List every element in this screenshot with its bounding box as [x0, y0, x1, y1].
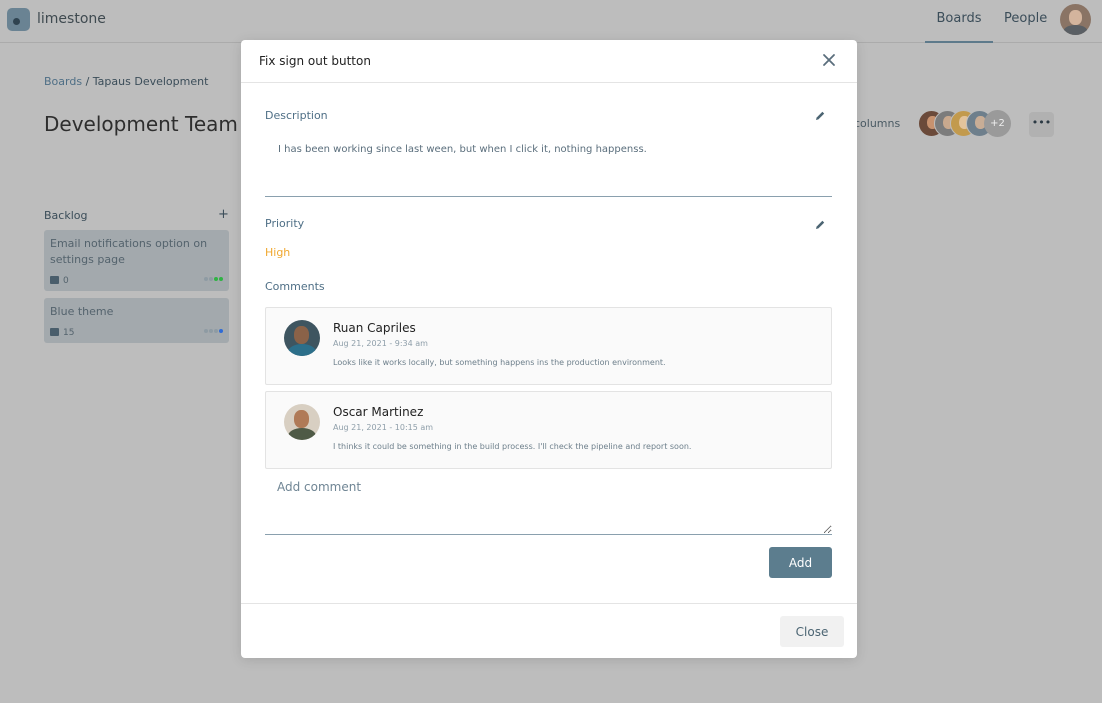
- close-icon[interactable]: [820, 51, 838, 69]
- breadcrumb-boards-link[interactable]: Boards: [44, 75, 82, 88]
- logo-icon[interactable]: [7, 8, 30, 31]
- top-bar: limestone Boards People: [0, 0, 1102, 43]
- task-card[interactable]: Email notifications option on settings p…: [44, 230, 229, 291]
- priority-dots: [203, 323, 223, 336]
- comment-author: Oscar Martinez: [333, 405, 424, 419]
- priority-dots: [203, 271, 223, 284]
- comment-icon: [50, 328, 59, 336]
- description-text[interactable]: I has been working since last ween, but …: [278, 144, 647, 155]
- columns-label[interactable]: columns: [854, 117, 900, 130]
- brand-name[interactable]: limestone: [37, 11, 106, 27]
- comments-label: Comments: [265, 280, 325, 293]
- nav-people[interactable]: People: [1004, 11, 1047, 26]
- comment-count: 15: [50, 328, 74, 338]
- priority-value: High: [265, 246, 291, 259]
- nav-boards[interactable]: Boards: [925, 11, 993, 43]
- members-more-count[interactable]: +2: [984, 110, 1011, 137]
- modal-header: Fix sign out button: [241, 40, 857, 83]
- comment-time: Aug 21, 2021 - 10:15 am: [333, 423, 434, 432]
- divider: [265, 196, 832, 197]
- avatar: [284, 404, 320, 440]
- add-comment-input[interactable]: [265, 480, 832, 535]
- breadcrumb: Boards / Tapaus Development: [44, 75, 208, 88]
- comment-item: Ruan Capriles Aug 21, 2021 - 9:34 am Loo…: [265, 307, 832, 385]
- comment-text: I thinks it could be something in the bu…: [333, 442, 692, 451]
- column-title-backlog: Backlog: [44, 209, 88, 222]
- breadcrumb-separator: /: [85, 75, 90, 88]
- comment-count: 0: [50, 276, 69, 286]
- member-avatars[interactable]: +2: [918, 110, 1013, 139]
- description-label: Description: [265, 109, 328, 122]
- comment-author: Ruan Capriles: [333, 321, 416, 335]
- comment-item: Oscar Martinez Aug 21, 2021 - 10:15 am I…: [265, 391, 832, 469]
- avatar: [284, 320, 320, 356]
- comment-time: Aug 21, 2021 - 9:34 am: [333, 339, 428, 348]
- pencil-icon[interactable]: [813, 108, 827, 122]
- pencil-icon[interactable]: [813, 217, 827, 231]
- modal-footer: Close: [241, 603, 857, 658]
- task-card-title: Email notifications option on settings p…: [50, 237, 208, 266]
- board-title: Development Team: [44, 112, 238, 136]
- modal-title: Fix sign out button: [259, 54, 371, 68]
- close-button[interactable]: Close: [780, 616, 844, 647]
- task-modal: Fix sign out button Description I has be…: [241, 40, 857, 658]
- comment-icon: [50, 276, 59, 284]
- user-avatar[interactable]: [1060, 4, 1091, 35]
- more-icon[interactable]: •••: [1029, 112, 1054, 137]
- add-card-icon[interactable]: +: [218, 207, 229, 222]
- task-card-title: Blue theme: [50, 305, 114, 318]
- task-card[interactable]: Blue theme 15: [44, 298, 229, 343]
- priority-label: Priority: [265, 217, 305, 230]
- comment-text: Looks like it works locally, but somethi…: [333, 358, 666, 367]
- breadcrumb-current: Tapaus Development: [92, 75, 209, 88]
- add-comment-button[interactable]: Add: [769, 547, 832, 578]
